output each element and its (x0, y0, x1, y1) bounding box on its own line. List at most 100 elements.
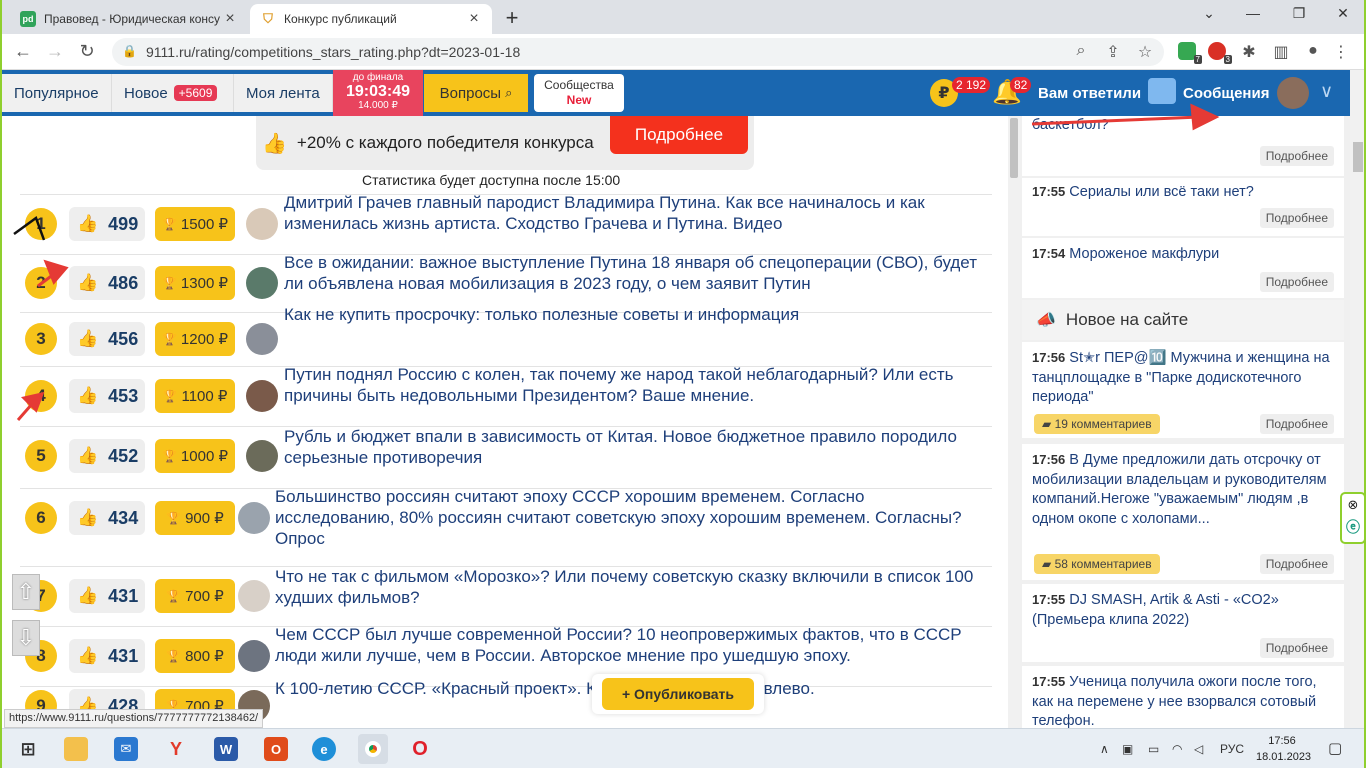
vote-button[interactable]: 👍 456 (69, 322, 145, 356)
sidebar-card[interactable]: 17:56 В Думе предложили дать отсрочку от… (1022, 444, 1344, 580)
nav-my-feed[interactable]: Моя лента (234, 74, 333, 112)
vote-button[interactable]: 👍 499 (69, 207, 145, 241)
sidebar-card[interactable]: 17:55 DJ SMASH, Artik & Asti - «CO2» (Пр… (1022, 584, 1344, 662)
publication-title-link[interactable]: Чем СССР был лучше современной России? 1… (275, 624, 985, 666)
nav-new[interactable]: Новое +5609 (112, 74, 234, 112)
forward-icon[interactable]: → (44, 41, 66, 62)
tray-wifi-icon[interactable]: ◠ (1172, 742, 1182, 756)
nav-popular[interactable]: Популярное (2, 74, 112, 112)
vote-button[interactable]: 👍 434 (69, 501, 145, 535)
comments-badge[interactable]: ▰ 19 комментариев (1034, 414, 1160, 434)
opera-icon[interactable]: O (408, 737, 432, 761)
adblock-icon[interactable]: 3 (1208, 42, 1232, 64)
mail-icon[interactable]: ✉ (114, 737, 138, 761)
more-button[interactable]: Подробнее (1259, 208, 1334, 228)
scroll-thumb[interactable] (1010, 118, 1018, 178)
author-avatar[interactable] (246, 267, 278, 299)
sidebar-card[interactable]: 17:56 St✭r ПЕР@🔟 Мужчина и женщина на та… (1022, 342, 1344, 438)
more-button[interactable]: Подробнее (1259, 638, 1334, 658)
office-icon[interactable]: O (264, 737, 288, 761)
publication-title-link[interactable]: Все в ожидании: важное выступление Путин… (284, 252, 994, 294)
menu-dots-icon[interactable]: ⋮ (1330, 42, 1352, 62)
sidebar-card[interactable]: 17:54 Мороженое макфлури Подробнее (1022, 238, 1344, 298)
chrome-icon[interactable] (358, 734, 388, 764)
close-circle-icon[interactable]: ⊗ (1342, 494, 1364, 516)
vote-button[interactable]: 👍 453 (69, 379, 145, 413)
publication-title-link[interactable]: Как не купить просрочку: только полезные… (284, 304, 994, 325)
sidebar-item-title[interactable]: В Думе предложили дать отсрочку от мобил… (1032, 452, 1327, 527)
author-avatar[interactable] (246, 380, 278, 412)
tray-language[interactable]: РУС (1220, 742, 1244, 756)
close-window-icon[interactable]: ✕ (1328, 5, 1358, 22)
tray-volume-icon[interactable]: ◁ (1194, 742, 1203, 756)
author-avatar[interactable] (246, 440, 278, 472)
sidebar-card[interactable]: баскетбол? Подробнее (1022, 116, 1344, 176)
sidepanel-icon[interactable]: ▥ (1270, 42, 1292, 62)
sidebar-item-title[interactable]: St✭r ПЕР@🔟 Мужчина и женщина на танцплощ… (1032, 350, 1330, 405)
word-icon[interactable]: W (214, 737, 238, 761)
tab-competition[interactable]: ⛉ Конкурс публикаций × (250, 4, 492, 34)
share-icon[interactable]: ⇪ (1102, 42, 1124, 62)
close-tab-icon[interactable]: × (222, 10, 238, 28)
more-button[interactable]: Подробнее (1259, 272, 1334, 292)
puzzle-icon[interactable]: ✱ (1238, 42, 1260, 62)
questions-button[interactable]: Вопросы ⌕ (424, 74, 528, 112)
vote-button[interactable]: 👍 486 (69, 266, 145, 300)
e-icon[interactable]: ⓔ (1342, 516, 1364, 538)
new-tab-icon[interactable]: + (500, 5, 524, 31)
vote-button[interactable]: 👍 431 (69, 639, 145, 673)
author-avatar[interactable] (238, 502, 270, 534)
extension-shield-icon[interactable]: 7 (1178, 42, 1202, 64)
contest-timer[interactable]: до финала 19:03:49 14.000 ₽ (333, 70, 423, 116)
vote-button[interactable]: 👍 452 (69, 439, 145, 473)
scroll-down-icon[interactable]: ⇩ (12, 620, 40, 656)
windows-start-icon[interactable]: ⊞ (16, 737, 40, 761)
publish-button[interactable]: + Опубликовать (602, 678, 754, 710)
publication-title-link[interactable]: Путин поднял Россию с колен, так почему … (284, 364, 994, 406)
zoom-icon[interactable]: ⌕ (1070, 42, 1092, 60)
sidebar-item-title[interactable]: Ученица получила ожоги после того, как н… (1032, 674, 1317, 728)
page-scrollbar[interactable] (1350, 70, 1364, 728)
file-explorer-icon[interactable] (64, 737, 88, 761)
publication-title-link[interactable]: Что не так с фильмом «Морозко»? Или поче… (275, 566, 985, 608)
restore-icon[interactable]: ❐ (1284, 5, 1314, 22)
publication-title-link[interactable]: Рубль и бюджет впали в зависимость от Ки… (284, 426, 994, 468)
main-scrollbar[interactable] (1008, 116, 1020, 728)
tab-pravoved[interactable]: pd Правовед - Юридическая консу × (10, 4, 248, 34)
yandex-icon[interactable]: Y (164, 737, 188, 761)
notifications-icon[interactable]: ▢ (1328, 739, 1342, 757)
user-avatar[interactable] (1277, 77, 1309, 109)
vote-button[interactable]: 👍 431 (69, 579, 145, 613)
url-field[interactable]: 🔒 9111.ru/rating/competitions_stars_rati… (112, 38, 1164, 66)
tray-device-icon[interactable]: ▣ (1122, 742, 1133, 756)
sidebar-item-title[interactable]: DJ SMASH, Artik & Asti - «CO2» (Премьера… (1032, 592, 1279, 628)
scroll-thumb[interactable] (1353, 142, 1363, 172)
author-avatar[interactable] (246, 208, 278, 240)
scroll-up-icon[interactable]: ⇧ (12, 574, 40, 610)
back-icon[interactable]: ← (12, 41, 34, 62)
chevron-down-icon[interactable]: ⌄ (1194, 5, 1224, 22)
chat-bubble-icon[interactable] (1148, 78, 1176, 104)
author-avatar[interactable] (246, 323, 278, 355)
promo-more-button[interactable]: Подробнее (610, 116, 748, 154)
more-button[interactable]: Подробнее (1259, 414, 1334, 434)
more-button[interactable]: Подробнее (1259, 146, 1334, 166)
more-button[interactable]: Подробнее (1259, 554, 1334, 574)
minimize-icon[interactable]: — (1238, 5, 1268, 21)
answered-link[interactable]: Вам ответили (1038, 85, 1141, 102)
sidebar-item-title[interactable]: Мороженое макфлури (1069, 246, 1219, 262)
messages-link[interactable]: Сообщения (1183, 85, 1269, 102)
publication-title-link[interactable]: Дмитрий Грачев главный пародист Владимир… (284, 192, 994, 234)
comments-badge[interactable]: ▰ 58 комментариев (1034, 554, 1160, 574)
floating-widget[interactable]: ⊗ ⓔ (1340, 492, 1364, 544)
author-avatar[interactable] (238, 580, 270, 612)
sidebar-card[interactable]: 17:55 Сериалы или всё таки нет? Подробне… (1022, 178, 1344, 236)
author-avatar[interactable] (238, 640, 270, 672)
sidebar-card[interactable]: 17:55 Ученица получила ожоги после того,… (1022, 666, 1344, 728)
sidebar-item-title[interactable]: Сериалы или всё таки нет? (1069, 184, 1254, 200)
taskbar-clock[interactable]: 17:56 18.01.2023 (1256, 733, 1311, 765)
sidebar-item-title[interactable]: баскетбол? (1032, 116, 1334, 136)
tray-battery-icon[interactable]: ▭ (1148, 742, 1159, 756)
star-icon[interactable]: ☆ (1134, 42, 1156, 62)
reload-icon[interactable]: ↻ (76, 41, 98, 62)
